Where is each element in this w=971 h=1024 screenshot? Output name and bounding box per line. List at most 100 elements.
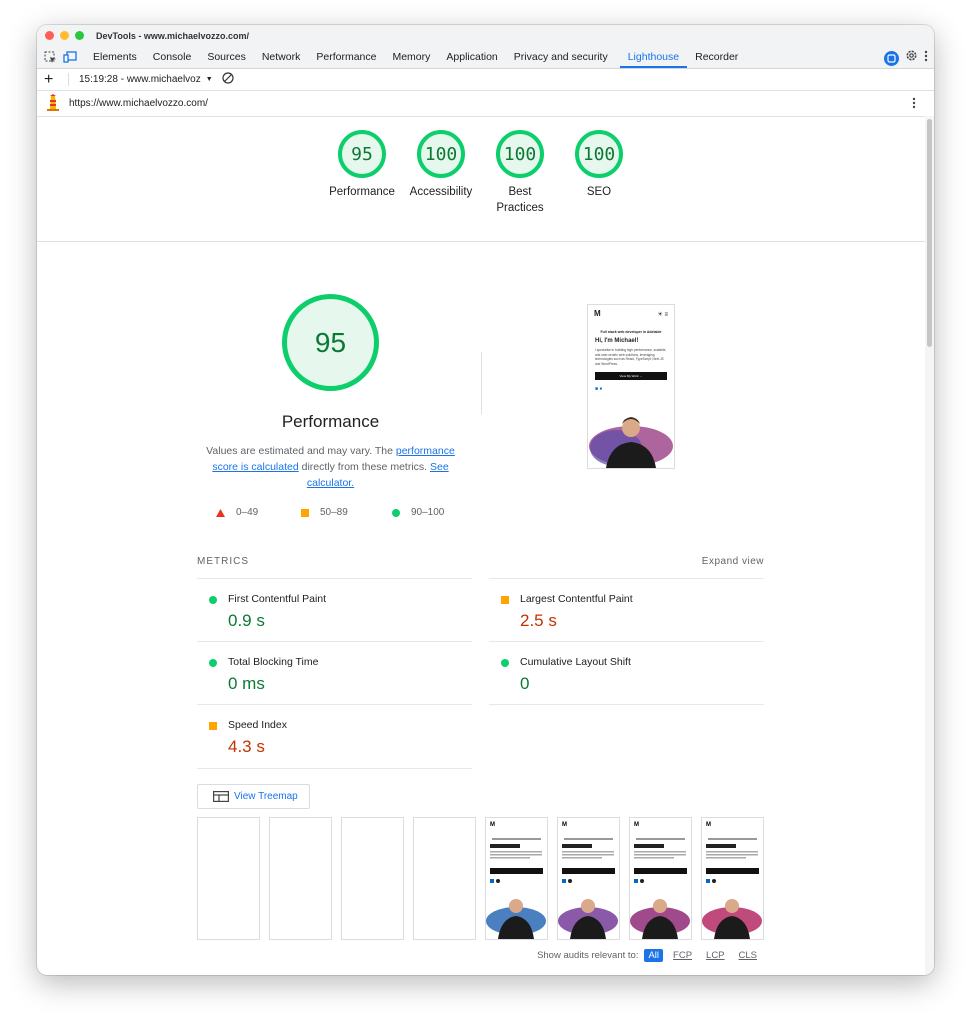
- svg-text:M: M: [706, 822, 711, 828]
- svg-text:M: M: [490, 822, 495, 828]
- title-bar: DevTools - www.michaelvozzo.com/: [37, 25, 934, 46]
- gauge-seo[interactable]: 100 SEO: [559, 130, 639, 200]
- report-url[interactable]: https://www.michaelvozzo.com/: [69, 98, 208, 109]
- tab-application[interactable]: Application: [438, 46, 505, 68]
- preview-social-icons: ■ ●: [595, 386, 603, 392]
- report-selector-value: 15:19:28 - www.michaelvoz: [79, 74, 201, 85]
- tab-performance[interactable]: Performance: [308, 46, 384, 68]
- minimize-window-button[interactable]: [60, 31, 69, 40]
- gauge-label: SEO: [586, 186, 612, 198]
- filmstrip-thumbnail: M: [486, 822, 546, 939]
- gauge-accessibility[interactable]: 100 Accessibility: [401, 130, 481, 200]
- lighthouse-toolbar: + 15:19:28 - www.michaelvoz ▼: [37, 69, 934, 91]
- lighthouse-report: 95 Performance 100 Accessibility 100 Bes…: [37, 116, 925, 975]
- gauge-best-practices[interactable]: 100 Best Practices: [480, 130, 560, 216]
- filter-fcp[interactable]: FCP: [669, 949, 696, 962]
- desc-text-pre: Values are estimated and may vary. The: [206, 445, 396, 457]
- desc-text-mid: directly from these metrics.: [298, 461, 430, 473]
- preview-portrait: [589, 417, 673, 468]
- devtools-tab-bar: Elements Console Sources Network Perform…: [37, 46, 934, 69]
- preview-heading: Hi, I'm Michael!: [595, 338, 639, 344]
- metric-row-end: [489, 704, 764, 705]
- filmstrip-thumbnail: M: [630, 822, 690, 939]
- metric-value: 4.3 s: [228, 737, 265, 756]
- filmstrip-frame: M: [557, 817, 620, 940]
- tab-elements[interactable]: Elements: [85, 46, 145, 68]
- metric-name: Cumulative Layout Shift: [520, 656, 631, 668]
- tab-lighthouse[interactable]: Lighthouse: [619, 46, 688, 68]
- tab-network[interactable]: Network: [254, 46, 309, 68]
- add-report-button[interactable]: +: [44, 71, 58, 89]
- chevron-down-icon: ▼: [205, 76, 213, 83]
- tab-privacy-security[interactable]: Privacy and security: [506, 46, 616, 68]
- filmstrip-frame: [269, 817, 332, 940]
- preview-tagline: Full stack web developer in Adelaide: [600, 330, 662, 334]
- legend-pass: 90–100: [392, 507, 444, 518]
- performance-title: Performance: [281, 412, 380, 431]
- window-title: DevTools - www.michaelvozzo.com/: [96, 30, 250, 41]
- tab-memory[interactable]: Memory: [384, 46, 438, 68]
- audit-filter-label: Show audits relevant to:: [537, 950, 639, 961]
- circle-icon: [392, 508, 400, 517]
- lighthouse-logo-icon: [46, 93, 60, 114]
- preview-divider: [481, 352, 482, 414]
- svg-text:M: M: [634, 822, 639, 828]
- device-toolbar-icon[interactable]: [63, 50, 77, 64]
- preview-button: View My Work →: [595, 372, 667, 380]
- metric-cls: Cumulative Layout Shift 0: [489, 641, 764, 705]
- metric-name: Speed Index: [228, 719, 287, 731]
- average-indicator-icon: [501, 596, 509, 604]
- ai-assistance-icon[interactable]: [884, 50, 899, 66]
- scrollbar-thumb[interactable]: [927, 119, 932, 347]
- gauge-score: 100: [496, 130, 544, 178]
- filter-lcp[interactable]: LCP: [702, 949, 728, 962]
- tab-sources[interactable]: Sources: [199, 46, 254, 68]
- view-treemap-button[interactable]: View Treemap: [197, 784, 310, 809]
- metric-name: Total Blocking Time: [228, 656, 319, 668]
- good-indicator-icon: [209, 596, 217, 604]
- metric-name: Largest Contentful Paint: [520, 593, 633, 605]
- svg-text:M: M: [562, 822, 567, 828]
- performance-description: Values are estimated and may vary. The p…: [197, 443, 464, 491]
- gauge-score: 100: [575, 130, 623, 178]
- report-menu-icon[interactable]: [912, 97, 916, 112]
- more-options-icon[interactable]: [924, 49, 928, 67]
- clear-all-icon[interactable]: [222, 72, 234, 87]
- filter-cls[interactable]: CLS: [735, 949, 761, 962]
- report-selector[interactable]: 15:19:28 - www.michaelvoz ▼: [79, 74, 213, 85]
- tab-recorder[interactable]: Recorder: [687, 46, 746, 68]
- legend-fail: 0–49: [216, 507, 258, 518]
- filmstrip-frame: [341, 817, 404, 940]
- audit-filter: Show audits relevant to: All FCP LCP CLS: [537, 949, 761, 962]
- inspect-element-icon[interactable]: [43, 50, 57, 64]
- gauge-label: Performance: [329, 186, 395, 198]
- filter-all[interactable]: All: [644, 949, 664, 962]
- devtools-window: DevTools - www.michaelvozzo.com/ Element…: [37, 25, 934, 975]
- gauge-score: 95: [338, 130, 386, 178]
- gauge-performance[interactable]: 95 Performance: [322, 130, 402, 200]
- metric-si: Speed Index 4.3 s: [197, 704, 472, 769]
- filmstrip-frame: [197, 817, 260, 940]
- metric-fcp: First Contentful Paint 0.9 s: [197, 578, 472, 642]
- metric-value: 0.9 s: [228, 611, 265, 630]
- settings-gear-icon[interactable]: [905, 49, 918, 67]
- gauge-score: 100: [417, 130, 465, 178]
- expand-view-toggle[interactable]: Expand view: [702, 556, 764, 567]
- good-indicator-icon: [501, 659, 509, 667]
- tab-console[interactable]: Console: [145, 46, 200, 68]
- preview-logo: M: [594, 309, 601, 318]
- report-scrollbar[interactable]: [925, 116, 934, 975]
- metric-tbt: Total Blocking Time 0 ms: [197, 641, 472, 705]
- toolbar-divider: [68, 73, 69, 86]
- maximize-window-button[interactable]: [75, 31, 84, 40]
- filmstrip-frame: M: [701, 817, 764, 940]
- final-screenshot[interactable]: M ☀ ≡ Full stack web developer in Adelai…: [587, 304, 675, 469]
- category-gauges: 95 Performance 100 Accessibility 100 Bes…: [37, 130, 925, 250]
- legend-range: 50–89: [320, 507, 348, 518]
- filmstrip-frame: [413, 817, 476, 940]
- close-window-button[interactable]: [45, 31, 54, 40]
- filmstrip-frame: M: [485, 817, 548, 940]
- triangle-icon: [216, 508, 225, 517]
- gauge-label: Accessibility: [409, 186, 473, 198]
- performance-score-gauge: 95: [282, 294, 379, 391]
